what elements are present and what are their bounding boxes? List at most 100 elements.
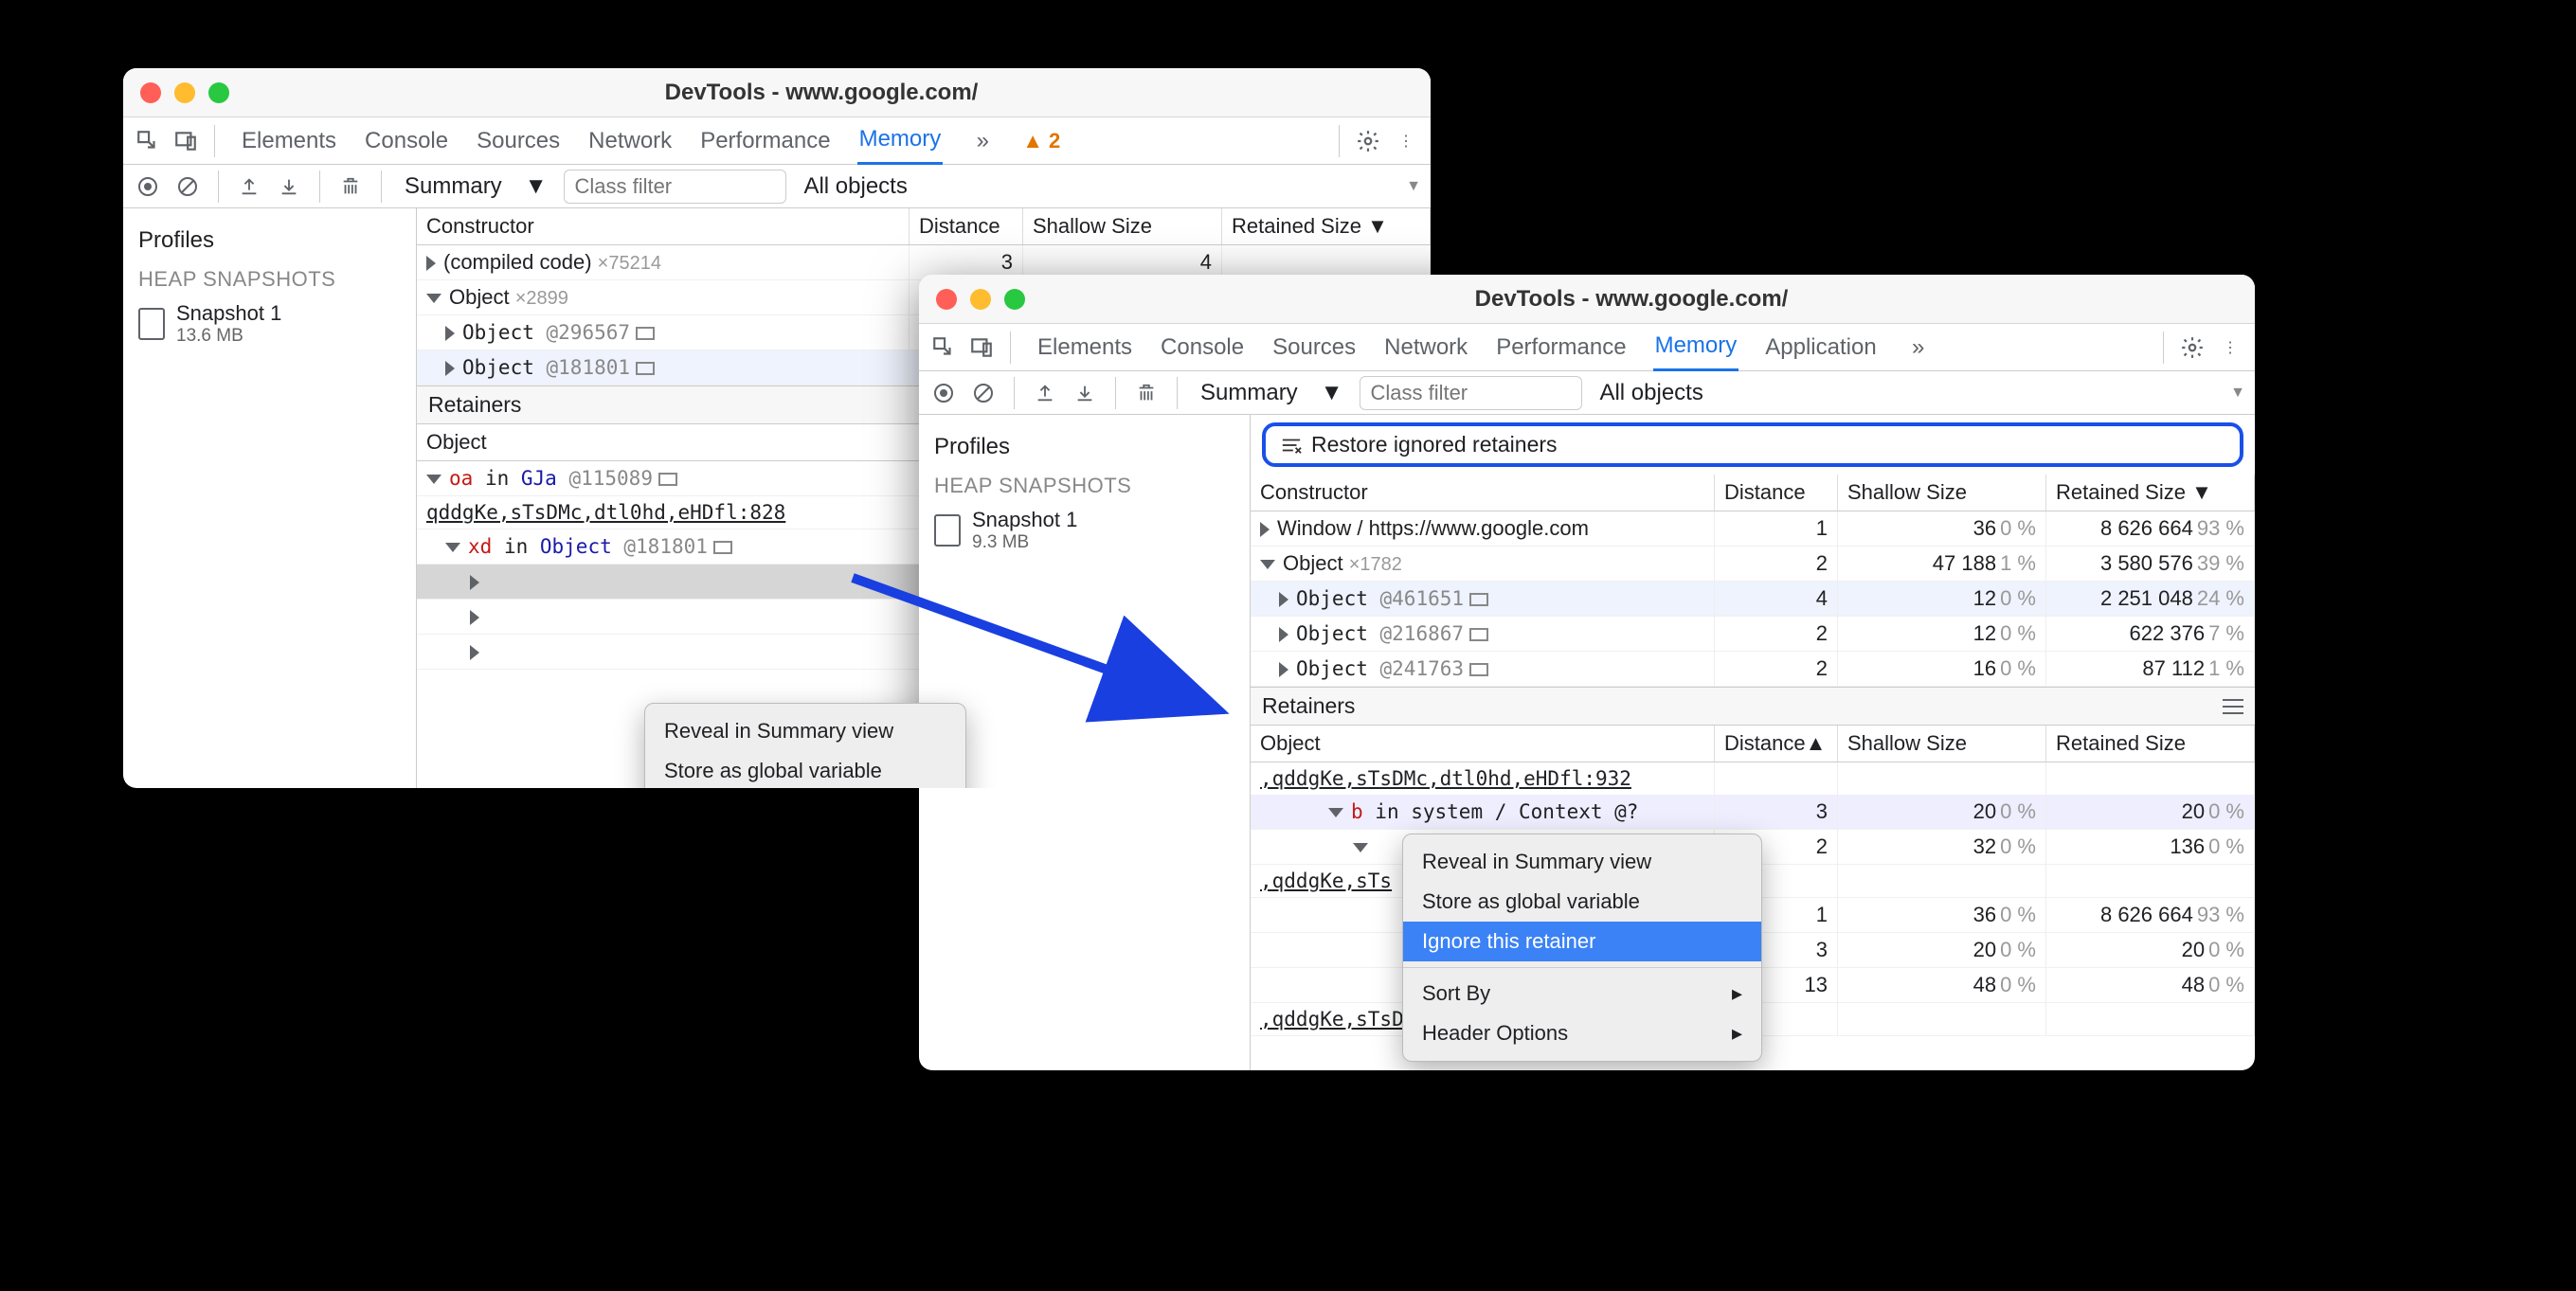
snapshot-name: Snapshot 1 [176, 301, 281, 326]
gc-icon[interactable] [1131, 378, 1162, 408]
menu-icon[interactable] [2223, 699, 2243, 714]
col-retained-size[interactable]: Retained Size ▼ [1222, 208, 1431, 244]
upload-icon[interactable] [1030, 378, 1060, 408]
view-select[interactable]: Summary ▼ [397, 170, 554, 204]
inspect-icon[interactable] [928, 332, 959, 363]
upload-icon[interactable] [234, 171, 264, 202]
more-tabs-icon[interactable]: » [967, 126, 998, 156]
more-tabs-icon[interactable]: » [1903, 332, 1934, 363]
tab-network[interactable]: Network [586, 118, 674, 164]
ctx-reveal[interactable]: Reveal in Summary view [1403, 842, 1761, 882]
col-distance[interactable]: Distance [910, 208, 1023, 244]
tab-elements[interactable]: Elements [240, 118, 338, 164]
table-row[interactable]: Window / https://www.google.com 1 360 % … [1251, 511, 2255, 547]
gear-icon[interactable] [1353, 126, 1383, 156]
ctx-reveal[interactable]: Reveal in Summary view [645, 711, 965, 751]
constructors-header: Constructor Distance Shallow Size Retain… [1251, 475, 2255, 511]
col-distance[interactable]: Distance▲ [1715, 726, 1838, 762]
device-icon[interactable] [966, 332, 997, 363]
table-row[interactable]: Object @241763 2 160 % 87 1121 % [1251, 652, 2255, 687]
tab-console[interactable]: Console [1159, 325, 1246, 370]
memory-toolbar: Summary ▼ All objects ▼ [919, 371, 2255, 415]
close-icon[interactable] [936, 289, 957, 310]
inspect-icon[interactable] [133, 126, 163, 156]
memory-toolbar: Summary ▼ All objects ▼ [123, 165, 1431, 208]
col-shallow-size[interactable]: Shallow Size [1838, 475, 2046, 511]
retainers-header: Object Distance▲ Shallow Size Retained S… [1251, 726, 2255, 762]
tab-memory[interactable]: Memory [857, 117, 944, 165]
profiles-sidebar: Profiles HEAP SNAPSHOTS Snapshot 1 9.3 M… [919, 415, 1251, 1070]
clear-icon[interactable] [172, 171, 203, 202]
dropdown-icon[interactable]: ▼ [1406, 178, 1421, 195]
ctx-sort-by[interactable]: Sort By▸ [1403, 974, 1761, 1013]
window-chip-icon [636, 327, 655, 340]
restore-ignored-retainers-button[interactable]: Restore ignored retainers [1262, 422, 2243, 467]
sidebar-section-label: HEAP SNAPSHOTS [123, 260, 416, 296]
tab-elements[interactable]: Elements [1036, 325, 1134, 370]
snapshot-item[interactable]: Snapshot 1 9.3 MB [919, 502, 1250, 559]
ctx-store-global[interactable]: Store as global variable [1403, 882, 1761, 922]
tab-sources[interactable]: Sources [475, 118, 562, 164]
col-object[interactable]: Object [1251, 726, 1715, 762]
minimize-icon[interactable] [174, 82, 195, 103]
col-shallow-size[interactable]: Shallow Size [1838, 726, 2046, 762]
gear-icon[interactable] [2177, 332, 2207, 363]
class-filter-input[interactable] [564, 170, 786, 204]
file-icon [138, 308, 165, 340]
table-row[interactable]: Object @216867 2 120 % 622 3767 % [1251, 617, 2255, 652]
tab-performance[interactable]: Performance [1494, 325, 1628, 370]
window-chip-icon [1469, 628, 1488, 641]
window-chip-icon [636, 362, 655, 375]
titlebar: DevTools - www.google.com/ [919, 275, 2255, 324]
ctx-store-global[interactable]: Store as global variable [645, 751, 965, 788]
col-constructor[interactable]: Constructor [417, 208, 910, 244]
tab-memory[interactable]: Memory [1653, 323, 1739, 371]
snapshot-size: 13.6 MB [176, 326, 281, 347]
scope-select[interactable]: All objects [1592, 376, 1710, 410]
sidebar-title: Profiles [123, 222, 416, 260]
col-distance[interactable]: Distance [1715, 475, 1838, 511]
retainers-title: Retainers [1251, 687, 2255, 726]
maximize-icon[interactable] [1004, 289, 1025, 310]
constructors-header: Constructor Distance Shallow Size Retain… [417, 208, 1431, 245]
record-icon[interactable] [133, 171, 163, 202]
record-icon[interactable] [928, 378, 959, 408]
clear-icon[interactable] [968, 378, 999, 408]
download-icon[interactable] [274, 171, 304, 202]
warning-badge[interactable]: ▲ 2 [1022, 129, 1060, 153]
table-row[interactable]: Object ×1782 2 47 1881 % 3 580 57639 % [1251, 547, 2255, 582]
view-select[interactable]: Summary ▼ [1193, 376, 1350, 410]
gc-icon[interactable] [335, 171, 366, 202]
retainer-row[interactable]: ,qddgKe,sTsDMc,dtl0hd,eHDfl:932 [1251, 762, 2255, 795]
kebab-icon[interactable]: ⋮ [2215, 332, 2245, 363]
col-shallow-size[interactable]: Shallow Size [1023, 208, 1222, 244]
ctx-ignore-retainer[interactable]: Ignore this retainer [1403, 922, 1761, 961]
kebab-icon[interactable]: ⋮ [1391, 126, 1421, 156]
tab-network[interactable]: Network [1382, 325, 1469, 370]
main-toolbar: Elements Console Sources Network Perform… [123, 117, 1431, 165]
tab-application[interactable]: Application [1763, 325, 1878, 370]
col-constructor[interactable]: Constructor [1251, 475, 1715, 511]
download-icon[interactable] [1070, 378, 1100, 408]
scope-select[interactable]: All objects [796, 170, 914, 204]
retainer-row[interactable]: b in system / Context @? 3 200 % 200 % [1251, 795, 2255, 830]
ctx-header-options[interactable]: Header Options▸ [1403, 1013, 1761, 1053]
col-retained-size[interactable]: Retained Size [2046, 726, 2255, 762]
sidebar-title: Profiles [919, 428, 1250, 466]
tab-performance[interactable]: Performance [698, 118, 832, 164]
maximize-icon[interactable] [208, 82, 229, 103]
profiles-sidebar: Profiles HEAP SNAPSHOTS Snapshot 1 13.6 … [123, 208, 417, 788]
col-retained-size[interactable]: Retained Size ▼ [2046, 475, 2255, 511]
snapshot-item[interactable]: Snapshot 1 13.6 MB [123, 296, 416, 352]
table-row[interactable]: Object @461651 4 120 % 2 251 04824 % [1251, 582, 2255, 617]
tab-sources[interactable]: Sources [1270, 325, 1358, 370]
device-icon[interactable] [171, 126, 201, 156]
window-chip-icon [713, 541, 732, 554]
class-filter-input[interactable] [1360, 376, 1582, 410]
close-icon[interactable] [140, 82, 161, 103]
snapshot-size: 9.3 MB [972, 532, 1077, 553]
dropdown-icon[interactable]: ▼ [2230, 385, 2245, 402]
minimize-icon[interactable] [970, 289, 991, 310]
window-chip-icon [658, 473, 677, 486]
tab-console[interactable]: Console [363, 118, 450, 164]
